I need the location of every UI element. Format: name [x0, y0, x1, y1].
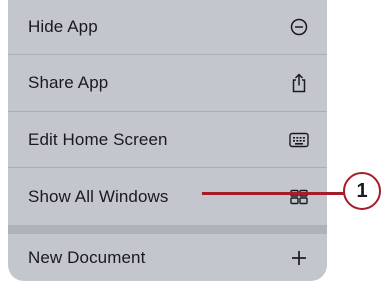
group-separator — [8, 225, 327, 234]
menu-item-label: Show All Windows — [28, 186, 169, 206]
menu-item-show-all-windows[interactable]: Show All Windows — [8, 168, 327, 225]
keyboard-icon — [289, 130, 309, 150]
minus-circle-icon — [289, 17, 309, 37]
menu-item-label: Hide App — [28, 17, 98, 36]
context-menu: Hide App Share App Edit Home Screen Show… — [8, 0, 327, 281]
callout-badge: 1 — [343, 172, 381, 210]
callout-number: 1 — [356, 179, 368, 202]
menu-item-label: New Document — [28, 247, 146, 267]
menu-item-new-document[interactable]: New Document — [8, 234, 327, 281]
menu-item-label: Share App — [28, 73, 109, 92]
window-grid-icon — [289, 187, 309, 207]
menu-item-label: Edit Home Screen — [28, 129, 168, 149]
plus-icon — [289, 248, 309, 268]
menu-item-share-app[interactable]: Share App — [8, 55, 327, 111]
callout-line — [202, 192, 345, 195]
share-icon — [289, 73, 309, 93]
menu-item-hide-app[interactable]: Hide App — [8, 0, 327, 54]
menu-item-edit-home-screen[interactable]: Edit Home Screen — [8, 112, 327, 167]
